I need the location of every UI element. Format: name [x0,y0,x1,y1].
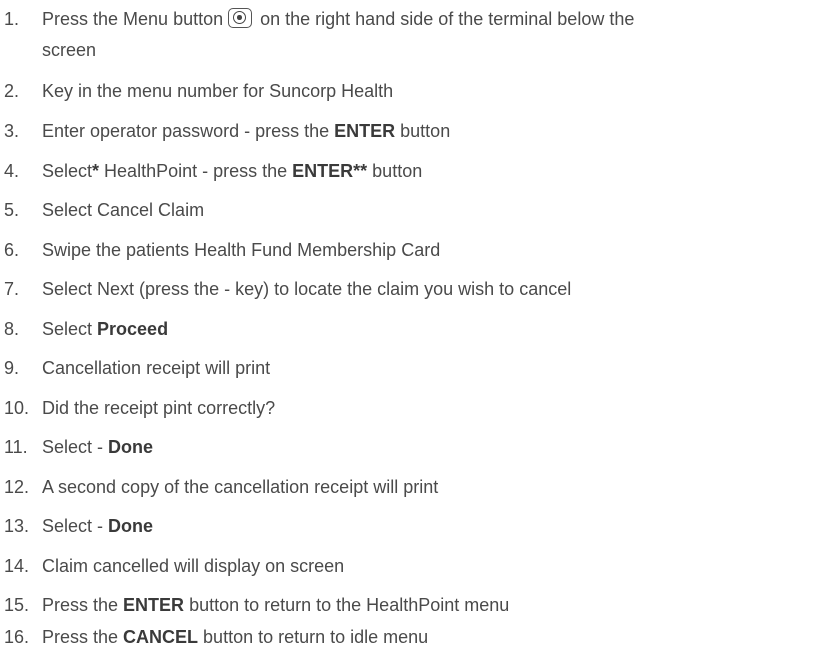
step-number: 5. [4,200,20,220]
step-text: Press the ENTER button to return to the … [42,595,510,615]
step-text: Select - Done [42,516,154,536]
step-text: Select Next (press the - key) to locate … [42,279,572,299]
step-number: 13. [4,516,30,536]
step-number: 2. [4,81,20,101]
step-text: Press the CANCEL button to return to idl… [42,627,429,647]
step-text: Select - Done [42,437,154,457]
step-number: 10. [4,398,30,418]
step-number: 12. [4,477,30,497]
step-number: 7. [4,279,20,299]
step-number: 16. [4,627,30,647]
step-text: Key in the menu number for Suncorp Healt… [42,81,394,101]
menu-button-icon [228,8,253,28]
step-text: Did the receipt pint correctly? [42,398,276,418]
step-text: Select* HealthPoint - press the ENTER** … [42,161,423,181]
step-number: 3. [4,121,20,141]
step-text: Cancellation receipt will print [42,358,271,378]
step-text: Swipe the patients Health Fund Membershi… [42,240,441,260]
step-text: A second copy of the cancellation receip… [42,477,439,497]
step-number: 4. [4,161,20,181]
step-text: Press the Menu button on the right hand … [42,8,635,29]
step-number: 15. [4,595,30,615]
step-number: 14. [4,556,30,576]
step-text: Select Proceed [42,319,169,339]
step-number: 9. [4,358,20,378]
step-number: 1. [4,9,20,29]
step-text: Claim cancelled will display on screen [42,556,345,576]
step-text: screen [42,40,97,60]
step-number: 6. [4,240,20,260]
instruction-list: 1. Press the Menu button on the right ha… [0,0,818,651]
step-number: 11. [4,437,28,457]
step-number: 8. [4,319,20,339]
step-text: Enter operator password - press the ENTE… [42,121,451,141]
step-text: Select Cancel Claim [42,200,205,220]
